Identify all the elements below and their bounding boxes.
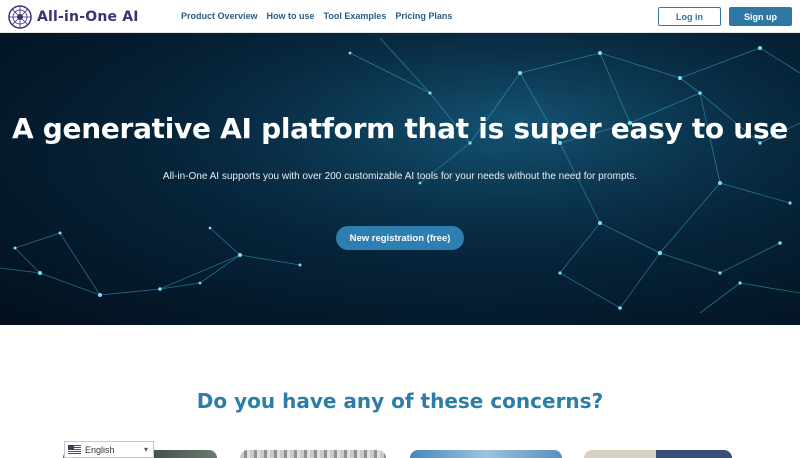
hero-title: A generative AI platform that is super e… [11,112,788,145]
hero-section: A generative AI platform that is super e… [0,33,800,325]
chevron-down-icon: ▾ [143,445,148,454]
concern-card-image [240,450,386,458]
logo-icon [8,5,32,29]
language-label: English [85,444,115,455]
nav-how-to-use[interactable]: How to use [267,11,315,21]
hero-subtitle: All-in-One AI supports you with over 200… [162,171,638,182]
concerns-heading: Do you have any of these concerns? [196,389,604,413]
signup-button[interactable]: Sign up [729,7,792,26]
logo[interactable]: All-in-One AI [8,5,139,29]
logo-text: All-in-One AI [37,9,139,25]
login-button[interactable]: Log in [658,7,721,26]
nav-pricing-plans[interactable]: Pricing Plans [395,11,452,21]
us-flag-icon [68,445,81,454]
nav-product-overview[interactable]: Product Overview [181,11,258,21]
site-header: All-in-One AI Product Overview How to us… [0,0,800,33]
new-registration-button[interactable]: New registration (free) [336,226,464,250]
language-select[interactable]: English ▾ [64,441,154,458]
nav-tool-examples[interactable]: Tool Examples [324,11,387,21]
concern-card-image [410,450,562,458]
concern-card-image [584,450,732,458]
main-nav: Product Overview How to use Tool Example… [181,11,452,21]
